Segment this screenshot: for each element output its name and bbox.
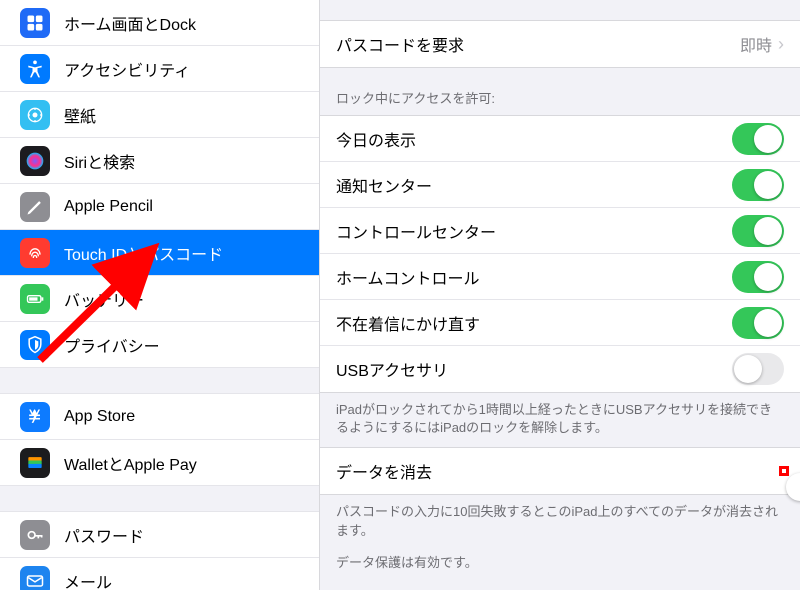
erase-data-row[interactable]: データを消去 bbox=[320, 448, 800, 494]
sidebar-item-label: App Store bbox=[64, 408, 135, 426]
section-footer: iPadがロックされてから1時間以上経ったときにUSBアクセサリを接続できるよう… bbox=[320, 393, 800, 447]
lock-access-row[interactable]: 不在着信にかけ直す bbox=[320, 300, 800, 346]
lock-access-row[interactable]: 通知センター bbox=[320, 162, 800, 208]
battery-icon bbox=[20, 284, 50, 314]
sidebar: ホーム画面とDock アクセシビリティ壁紙 Siriと検索 Apple Pencil T… bbox=[0, 0, 320, 590]
row-label: USBアクセサリ bbox=[336, 357, 448, 381]
toggle[interactable] bbox=[732, 353, 784, 385]
row-label: パスコードを要求 bbox=[336, 32, 464, 56]
section-header: ロック中にアクセスを許可: bbox=[320, 68, 800, 115]
lock-access-row[interactable]: コントロールセンター bbox=[320, 208, 800, 254]
row-label: ホームコントロール bbox=[336, 265, 480, 289]
sidebar-item-mail[interactable]: メール bbox=[0, 558, 319, 590]
lock-access-row[interactable]: ホームコントロール bbox=[320, 254, 800, 300]
sidebar-item-touchid[interactable]: Touch IDとパスコード bbox=[0, 230, 319, 276]
lock-access-row[interactable]: USBアクセサリ bbox=[320, 346, 800, 392]
detail-pane: パスコードを要求 即時 › ロック中にアクセスを許可: 今日の表示通知センターコ… bbox=[320, 0, 800, 590]
sidebar-item-accessibility[interactable]: アクセシビリティ bbox=[0, 46, 319, 92]
home-icon bbox=[20, 8, 50, 38]
sidebar-item-label: バッテリー bbox=[64, 287, 144, 311]
row-label: 通知センター bbox=[336, 173, 432, 197]
sidebar-item-label: ホーム画面とDock bbox=[64, 11, 196, 35]
row-label: データを消去 bbox=[336, 459, 432, 483]
row-label: 不在着信にかけ直す bbox=[336, 311, 480, 335]
row-value: 即時 › bbox=[740, 32, 784, 56]
toggle[interactable] bbox=[732, 307, 784, 339]
touchid-icon bbox=[20, 238, 50, 268]
row-label: コントロールセンター bbox=[336, 219, 496, 243]
sidebar-item-label: プライバシー bbox=[64, 333, 160, 357]
sidebar-item-home[interactable]: ホーム画面とDock bbox=[0, 0, 319, 46]
wallet-icon bbox=[20, 448, 50, 478]
sidebar-item-pencil[interactable]: Apple Pencil bbox=[0, 184, 319, 230]
toggle[interactable] bbox=[732, 169, 784, 201]
siri-icon bbox=[20, 146, 50, 176]
sidebar-item-battery[interactable]: バッテリー bbox=[0, 276, 319, 322]
sidebar-item-label: Touch IDとパスコード bbox=[64, 241, 223, 265]
wallpaper-icon bbox=[20, 100, 50, 130]
sidebar-gap bbox=[0, 368, 319, 394]
sidebar-item-label: 壁紙 bbox=[64, 103, 96, 127]
lock-access-section: 今日の表示通知センターコントロールセンターホームコントロール不在着信にかけ直す U… bbox=[320, 115, 800, 393]
toggle[interactable] bbox=[732, 123, 784, 155]
key-icon bbox=[20, 520, 50, 550]
passcode-require-row[interactable]: パスコードを要求 即時 › bbox=[320, 21, 800, 67]
sidebar-item-label: Apple Pencil bbox=[64, 198, 153, 216]
sidebar-item-label: アクセシビリティ bbox=[64, 57, 190, 81]
lock-access-row[interactable]: 今日の表示 bbox=[320, 116, 800, 162]
row-label: 今日の表示 bbox=[336, 127, 416, 151]
toggle[interactable] bbox=[732, 215, 784, 247]
section-footer: データ保護は有効です。 bbox=[320, 550, 800, 582]
section-footer: パスコードの入力に10回失敗するとこのiPad上のすべてのデータが消去されます。 bbox=[320, 495, 800, 549]
sidebar-item-wallpaper[interactable]: 壁紙 bbox=[0, 92, 319, 138]
accessibility-icon bbox=[20, 54, 50, 84]
sidebar-item-key[interactable]: パスワード bbox=[0, 512, 319, 558]
toggle[interactable] bbox=[732, 261, 784, 293]
highlight-box bbox=[779, 466, 789, 476]
sidebar-item-label: Siriと検索 bbox=[64, 149, 135, 173]
sidebar-item-label: メール bbox=[64, 569, 112, 590]
sidebar-item-label: WalletとApple Pay bbox=[64, 451, 197, 475]
sidebar-item-siri[interactable]: Siriと検索 bbox=[0, 138, 319, 184]
mail-icon bbox=[20, 566, 50, 590]
pencil-icon bbox=[20, 192, 50, 222]
sidebar-item-appstore[interactable]: App Store bbox=[0, 394, 319, 440]
privacy-icon bbox=[20, 330, 50, 360]
passcode-require-section: パスコードを要求 即時 › bbox=[320, 20, 800, 68]
sidebar-gap bbox=[0, 486, 319, 512]
appstore-icon bbox=[20, 402, 50, 432]
sidebar-item-label: パスワード bbox=[64, 523, 144, 547]
chevron-right-icon: › bbox=[778, 34, 784, 55]
sidebar-item-privacy[interactable]: プライバシー bbox=[0, 322, 319, 368]
erase-data-section: データを消去 bbox=[320, 447, 800, 495]
sidebar-item-wallet[interactable]: WalletとApple Pay bbox=[0, 440, 319, 486]
